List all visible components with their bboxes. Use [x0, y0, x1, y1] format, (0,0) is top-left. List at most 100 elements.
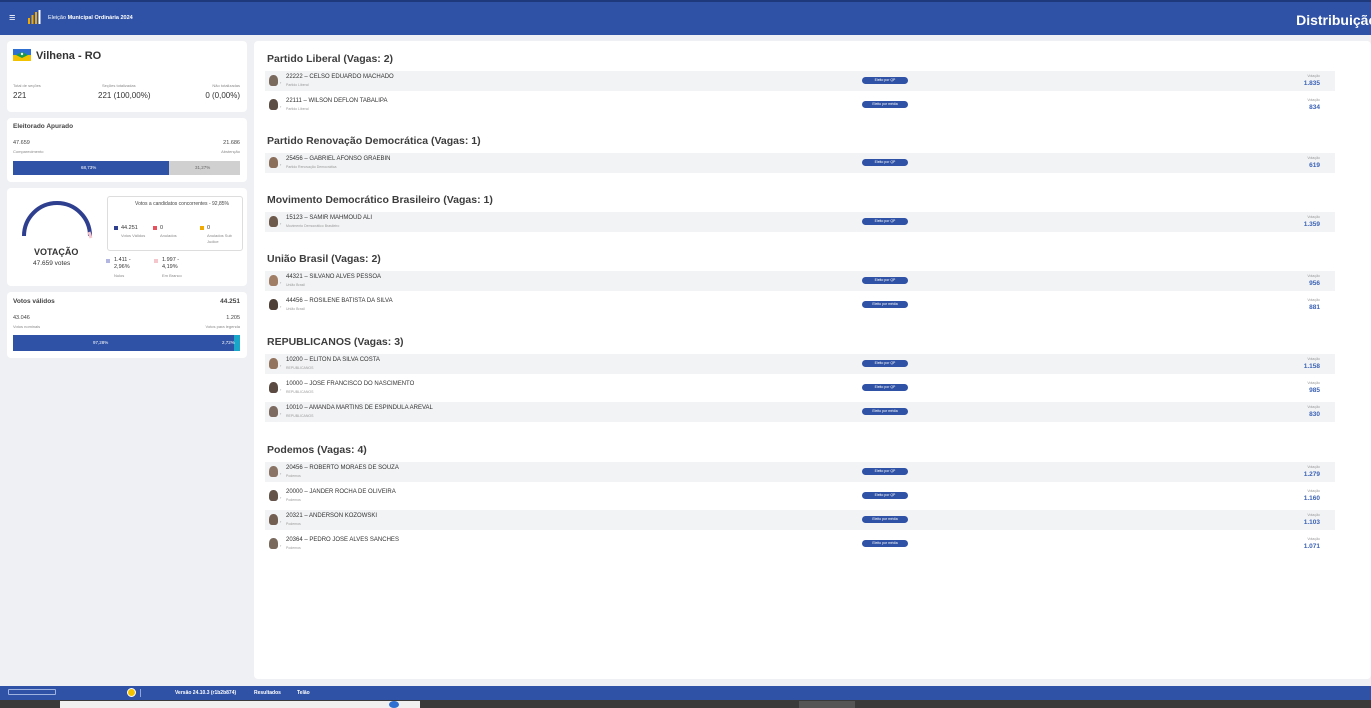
election-title: Eleição Municipal Ordinária 2024	[48, 15, 133, 21]
candidate-photo	[269, 99, 278, 110]
anulados-sub-value: 0	[207, 225, 211, 231]
validos-label: Votos Válidos	[121, 233, 146, 238]
elected-badge: Eleito por média	[862, 301, 908, 308]
candidate-row[interactable]: › 20321 – ANDERSON KOZOWSKI Podemos Eleito …	[265, 510, 1335, 530]
candidate-row[interactable]: › 44321 – SILVANO ALVES PESSOA União Brasi…	[265, 271, 1335, 291]
votacao-label: Votação	[1307, 537, 1320, 541]
candidate-photo	[269, 275, 278, 286]
votacao-label: Votação	[1307, 513, 1320, 517]
candidate-row[interactable]: › 10010 – AMANDA MARTINS DE ESPINDULA ARE…	[265, 402, 1335, 422]
taskbar-active-app[interactable]	[799, 701, 855, 708]
candidate-photo	[269, 406, 278, 417]
elected-badge: Eleito por QP	[862, 77, 908, 84]
candidate-photo	[269, 157, 278, 168]
candidate-party: Partido Renovação Democrática	[286, 165, 337, 169]
party-title: Movimento Democrático Brasileiro (Vagas:…	[267, 194, 493, 206]
votacao-title: VOTAÇÃO	[34, 247, 79, 257]
taskbar-search-box[interactable]	[60, 701, 420, 708]
eleitorado-bar: 68,73% 31,27%	[13, 161, 240, 175]
votos-legenda-value: 1.205	[226, 315, 240, 321]
elected-badge: Eleito por QP	[862, 159, 908, 166]
candidate-votes: 956	[1309, 280, 1320, 287]
distribution-panel: Partido Liberal (Vagas: 2) › 22222 – CELSO…	[254, 41, 1371, 679]
comparecimento-label: Comparecimento	[13, 149, 44, 154]
votacao-label: Votação	[1307, 465, 1320, 469]
candidate-row[interactable]: › 15123 – SAMIR MAHMOUD ALI Movimento Demo…	[265, 212, 1335, 232]
votacao-label: Votação	[1307, 98, 1320, 102]
votos-validos-card: Votos válidos 44.251 43.046 Votos nomina…	[7, 292, 247, 358]
elected-badge: Eleito por QP	[862, 360, 908, 367]
candidate-name: 44456 – ROSILENE BATISTA DA SILVA	[286, 298, 393, 304]
justica-eleitoral-logo	[8, 689, 56, 695]
nominais-bar-fill	[13, 335, 234, 351]
candidate-row[interactable]: › 22111 – WILSON DEFLON TABALIPA Partido L…	[265, 95, 1335, 115]
candidate-row[interactable]: › 10000 – JOSE FRANCISCO DO NASCIMENTO REP…	[265, 378, 1335, 398]
nominais-pct: 97,28%	[93, 340, 109, 345]
candidate-party: Movimento Democrático Brasileiro	[286, 224, 340, 228]
candidate-name: 10200 – ELITON DA SILVA COSTA	[286, 357, 380, 363]
comparecimento-value: 47.659	[13, 140, 30, 146]
candidate-party: Podemos	[286, 522, 301, 526]
candidate-party: Podemos	[286, 474, 301, 478]
votos-validos-title: Votos válidos	[13, 298, 55, 305]
candidate-photo	[269, 382, 278, 393]
candidate-name: 44321 – SILVANO ALVES PESSOA	[286, 274, 382, 280]
votos-validos-total: 44.251	[220, 298, 240, 305]
anulados-sub-label: Anulados Sub Judice	[207, 233, 232, 244]
votacao-label: Votação	[1307, 357, 1320, 361]
legenda-pct: 2,72%	[222, 340, 235, 345]
votacao-label: Votação	[1307, 74, 1320, 78]
telao-link[interactable]: Telão	[297, 690, 310, 696]
candidate-row[interactable]: › 20000 – JANDER ROCHA DE OLIVEIRA Podemos…	[265, 486, 1335, 506]
votacao-label: Votação	[1307, 381, 1320, 385]
candidate-votes: 1.279	[1303, 471, 1320, 478]
validos-swatch	[114, 226, 118, 230]
tse-logo-text	[140, 689, 156, 697]
elected-badge: Eleito por QP	[862, 468, 908, 475]
candidate-photo	[269, 216, 278, 227]
candidate-row[interactable]: › 10200 – ELITON DA SILVA COSTA REPUBLICAN…	[265, 354, 1335, 374]
chevron-right-icon: ›	[280, 471, 282, 476]
candidate-votes: 1.359	[1303, 221, 1320, 228]
nao-totalizadas-value: 0 (0,00%)	[205, 91, 240, 100]
resultados-link[interactable]: Resultados	[254, 690, 281, 696]
candidate-party: União Brasil	[286, 307, 305, 311]
candidate-photo	[269, 466, 278, 477]
chevron-right-icon: ›	[280, 543, 282, 548]
candidate-name: 20456 – ROBERTO MORAES DE SOUZA	[286, 465, 399, 471]
elected-badge: Eleito por QP	[862, 277, 908, 284]
nao-totalizadas-label: Não totalizadas	[212, 83, 240, 88]
anulados-swatch	[153, 226, 157, 230]
votacao-label: Votação	[1307, 405, 1320, 409]
candidate-row[interactable]: › 22222 – CELSO EDUARDO MACHADO Partido Li…	[265, 71, 1335, 91]
candidate-row[interactable]: › 44456 – ROSILENE BATISTA DA SILVA União …	[265, 295, 1335, 315]
party-title: União Brasil (Vagas: 2)	[267, 253, 381, 265]
candidate-photo	[269, 490, 278, 501]
candidate-row[interactable]: › 20456 – ROBERTO MORAES DE SOUZA Podemos E…	[265, 462, 1335, 482]
elected-badge: Eleito por média	[862, 408, 908, 415]
candidate-name: 25456 – GABRIEL AFONSO GRAEBIN	[286, 156, 391, 162]
votacao-label: Votação	[1307, 156, 1320, 160]
candidate-row[interactable]: › 25456 – GABRIEL AFONSO GRAEBIN Partido R…	[265, 153, 1335, 173]
candidate-row[interactable]: › 20364 – PEDRO JOSE ALVES SANCHES Podemos…	[265, 534, 1335, 554]
comparecimento-pct: 68,73%	[81, 165, 97, 170]
candidate-photo	[269, 538, 278, 549]
candidate-name: 22222 – CELSO EDUARDO MACHADO	[286, 74, 394, 80]
brancos-value: 1.997 - 4,19%	[162, 257, 180, 270]
validos-value: 44.251	[121, 225, 138, 231]
elected-badge: Eleito por QP	[862, 218, 908, 225]
eleitorado-card: Eleitorado Apurado 47.659 Comparecimento…	[7, 118, 247, 182]
anulados-label: Anulados	[160, 233, 177, 238]
candidate-name: 20321 – ANDERSON KOZOWSKI	[286, 513, 378, 519]
hamburger-icon[interactable]: ≡	[9, 12, 15, 24]
candidate-party: REPUBLICANOS	[286, 390, 314, 394]
taskbar-app-icon[interactable]	[389, 701, 399, 708]
votos-candidatos-box: Votos a candidatos concorrentes - 92,85%…	[107, 196, 243, 251]
tse-emblem-icon	[127, 688, 136, 697]
votacao-label: Votação	[1307, 489, 1320, 493]
anulados-value: 0	[160, 225, 164, 231]
elected-badge: Eleito por média	[862, 101, 908, 108]
candidate-name: 10000 – JOSE FRANCISCO DO NASCIMENTO	[286, 381, 415, 387]
total-secoes-value: 221	[13, 91, 27, 100]
candidate-votes: 1.071	[1303, 543, 1320, 550]
